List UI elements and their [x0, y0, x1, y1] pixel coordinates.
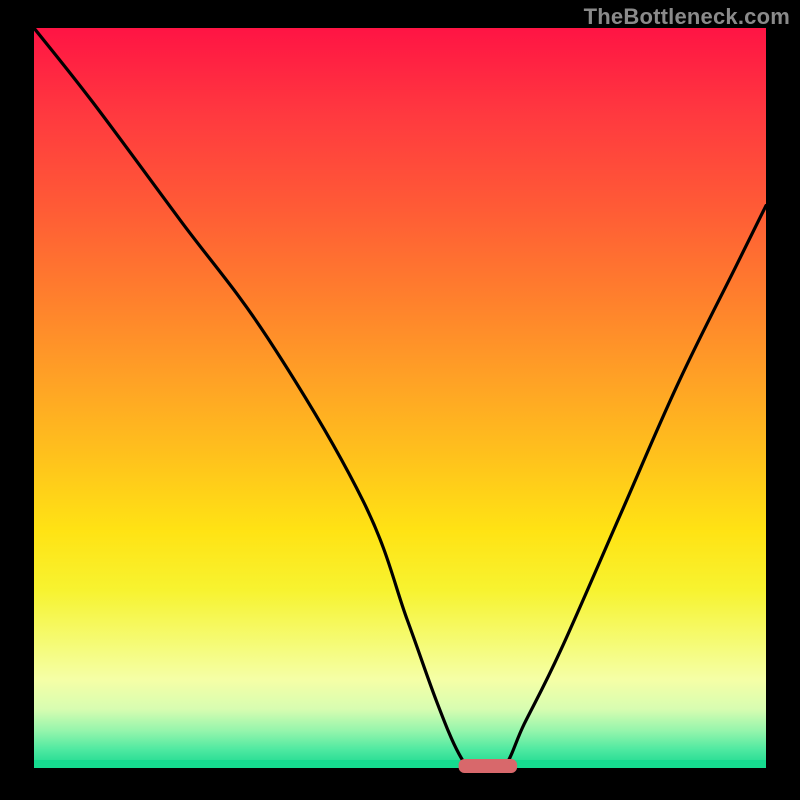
- green-band: [34, 760, 766, 768]
- watermark-text: TheBottleneck.com: [584, 4, 790, 30]
- plot-background: [34, 28, 766, 768]
- bottleneck-chart: [0, 0, 800, 800]
- optimal-marker: [459, 759, 518, 773]
- chart-stage: TheBottleneck.com: [0, 0, 800, 800]
